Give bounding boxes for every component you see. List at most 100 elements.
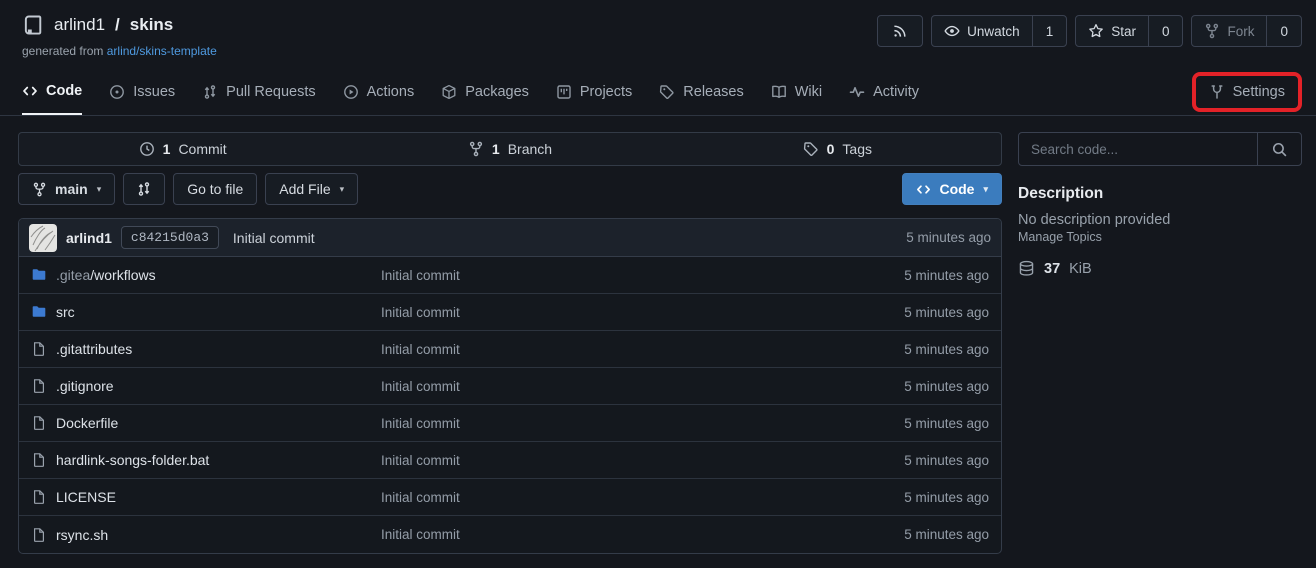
tool-icon <box>1209 84 1225 100</box>
file-link[interactable]: LICENSE <box>56 489 116 505</box>
tab-releases[interactable]: Releases <box>659 68 743 115</box>
file-icon <box>31 378 47 394</box>
template-repo-link[interactable]: arlind/skins-template <box>107 44 217 58</box>
tab-settings[interactable]: Settings <box>1209 84 1285 100</box>
file-row: src Initial commit 5 minutes ago <box>19 294 1001 331</box>
repo-owner-link[interactable]: arlind1 <box>54 15 105 35</box>
tab-wiki-label: Wiki <box>795 84 822 100</box>
tab-pull-requests-label: Pull Requests <box>226 84 315 100</box>
package-icon <box>441 84 457 100</box>
file-name: .gitignore <box>56 378 114 394</box>
file-commit-message[interactable]: Initial commit <box>381 453 904 468</box>
tab-releases-label: Releases <box>683 84 743 100</box>
branch-selector[interactable]: main ▾ <box>18 173 115 205</box>
commits-stat[interactable]: 1 Commit <box>19 141 346 157</box>
file-icon <box>31 489 47 505</box>
repo-size-value: 37 <box>1044 261 1060 277</box>
file-name: src <box>56 304 75 320</box>
branches-stat[interactable]: 1 Branch <box>346 141 673 157</box>
add-file-button[interactable]: Add File ▾ <box>265 173 358 205</box>
search-button[interactable] <box>1257 133 1301 165</box>
tab-projects[interactable]: Projects <box>556 68 632 115</box>
file-commit-message[interactable]: Initial commit <box>381 342 904 357</box>
file-row: .gitea/workflows Initial commit 5 minute… <box>19 257 1001 294</box>
unwatch-label: Unwatch <box>967 24 1020 39</box>
file-commit-message[interactable]: Initial commit <box>381 416 904 431</box>
file-row: hardlink-songs-folder.bat Initial commit… <box>19 442 1001 479</box>
file-commit-time: 5 minutes ago <box>904 305 989 320</box>
branch-icon <box>468 141 484 157</box>
compare-button[interactable] <box>123 173 165 205</box>
file-commit-message[interactable]: Initial commit <box>381 527 904 542</box>
tab-actions[interactable]: Actions <box>343 68 415 115</box>
wiki-icon <box>771 84 787 100</box>
file-commit-time: 5 minutes ago <box>904 527 989 542</box>
repo-action-buttons: Unwatch 1 Star 0 Fork 0 <box>877 15 1302 47</box>
file-link[interactable]: src <box>56 304 75 320</box>
file-commit-time: 5 minutes ago <box>904 453 989 468</box>
file-icon <box>31 341 47 357</box>
file-link[interactable]: rsync.sh <box>56 527 108 543</box>
star-count[interactable]: 0 <box>1148 16 1183 46</box>
file-commit-time: 5 minutes ago <box>904 416 989 431</box>
tab-wiki[interactable]: Wiki <box>771 68 822 115</box>
add-file-label: Add File <box>279 181 330 197</box>
commit-message-link[interactable]: Initial commit <box>233 230 315 246</box>
commit-author-link[interactable]: arlind1 <box>66 230 112 246</box>
file-link[interactable]: hardlink-songs-folder.bat <box>56 452 209 468</box>
commits-label: Commit <box>178 141 226 157</box>
tab-packages[interactable]: Packages <box>441 68 529 115</box>
tab-issues[interactable]: Issues <box>109 68 175 115</box>
rss-button[interactable] <box>877 15 923 47</box>
tab-actions-label: Actions <box>367 84 415 100</box>
file-link[interactable]: Dockerfile <box>56 415 118 431</box>
file-name: /workflows <box>90 267 155 283</box>
tab-packages-label: Packages <box>465 84 529 100</box>
file-commit-time: 5 minutes ago <box>904 490 989 505</box>
file-commit-message[interactable]: Initial commit <box>381 305 904 320</box>
code-download-button[interactable]: Code ▾ <box>902 173 1002 205</box>
fork-button-group: Fork 0 <box>1191 15 1302 47</box>
code-icon <box>22 83 38 99</box>
file-link[interactable]: .gitea/workflows <box>56 267 156 283</box>
unwatch-button[interactable]: Unwatch <box>932 16 1032 46</box>
branches-count: 1 <box>492 141 500 157</box>
tags-stat[interactable]: 0 Tags <box>674 141 1001 157</box>
star-button[interactable]: Star <box>1076 16 1148 46</box>
repo-name-link[interactable]: skins <box>130 15 173 35</box>
code-button-label: Code <box>939 181 974 197</box>
watch-count[interactable]: 1 <box>1032 16 1067 46</box>
tab-activity[interactable]: Activity <box>849 68 919 115</box>
code-icon <box>916 182 931 197</box>
file-row: Dockerfile Initial commit 5 minutes ago <box>19 405 1001 442</box>
file-commit-time: 5 minutes ago <box>904 268 989 283</box>
file-link[interactable]: .gitattributes <box>56 341 132 357</box>
main-content: 1 Commit 1 Branch 0 Tags main ▾ <box>0 116 1316 554</box>
generated-from-label: generated from <box>22 44 103 58</box>
actions-icon <box>343 84 359 100</box>
tab-pull-requests[interactable]: Pull Requests <box>202 68 315 115</box>
fork-count[interactable]: 0 <box>1266 16 1301 46</box>
manage-topics-link[interactable]: Manage Topics <box>1018 230 1102 244</box>
search-input[interactable] <box>1019 133 1257 165</box>
caret-down-icon: ▾ <box>340 184 345 195</box>
file-commit-message[interactable]: Initial commit <box>381 490 904 505</box>
tab-code[interactable]: Code <box>22 68 82 115</box>
commit-time: 5 minutes ago <box>906 230 991 245</box>
avatar[interactable] <box>29 224 57 252</box>
fork-icon <box>1204 23 1220 39</box>
commit-sha-link[interactable]: c84215d0a3 <box>121 226 219 249</box>
file-link[interactable]: .gitignore <box>56 378 114 394</box>
file-commit-message[interactable]: Initial commit <box>381 379 904 394</box>
generated-from: generated from arlind/skins-template <box>22 44 217 58</box>
repo-title-separator: / <box>115 15 120 35</box>
file-name: LICENSE <box>56 489 116 505</box>
tab-settings-label: Settings <box>1233 84 1285 100</box>
file-row: LICENSE Initial commit 5 minutes ago <box>19 479 1001 516</box>
file-name: Dockerfile <box>56 415 118 431</box>
tab-code-label: Code <box>46 83 82 99</box>
fork-button[interactable]: Fork <box>1192 16 1266 46</box>
go-to-file-button[interactable]: Go to file <box>173 173 257 205</box>
file-commit-message[interactable]: Initial commit <box>381 268 904 283</box>
tags-label: Tags <box>842 141 872 157</box>
